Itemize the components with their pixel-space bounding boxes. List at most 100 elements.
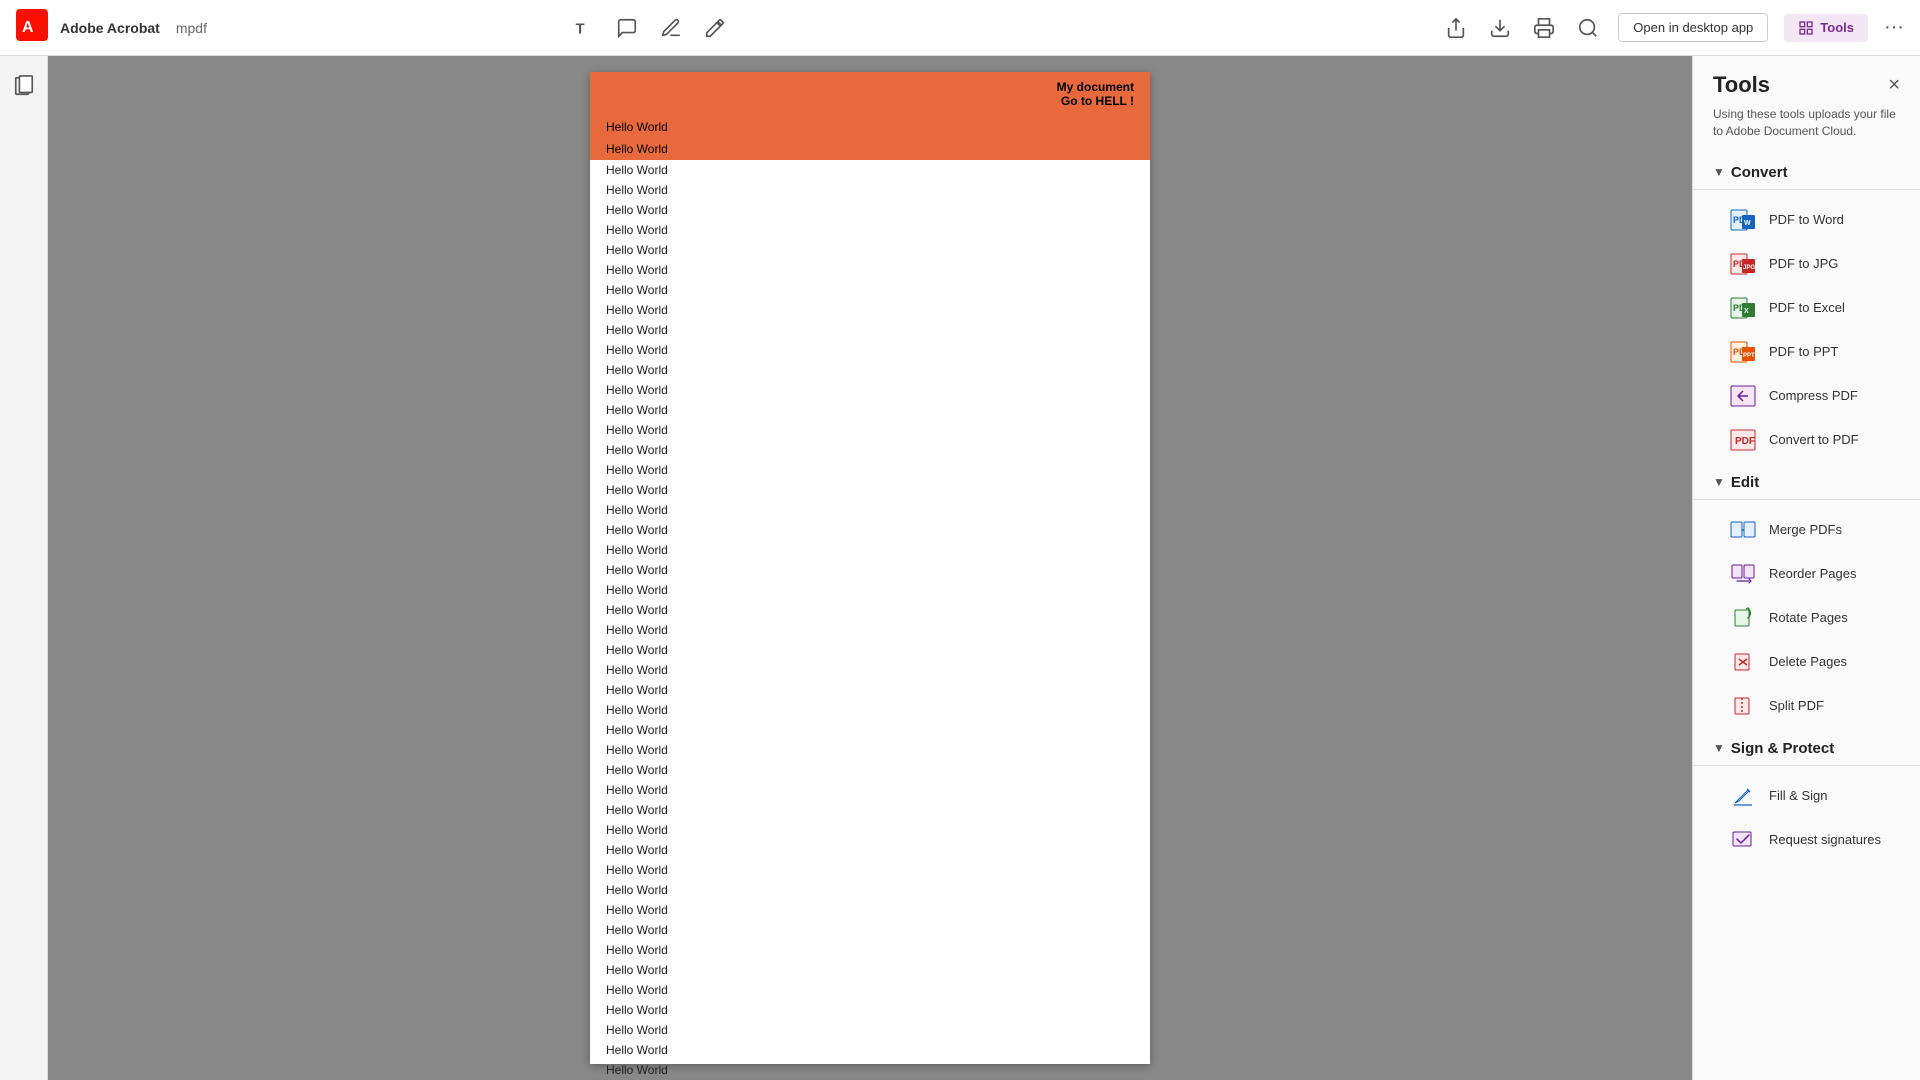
tools-button-label: Tools bbox=[1820, 20, 1854, 35]
convert-section-title: Convert bbox=[1731, 164, 1788, 181]
request-signatures-label: Request signatures bbox=[1769, 832, 1881, 847]
pdf-content-row: Hello World bbox=[590, 840, 1150, 860]
pdf-content-row: Hello World bbox=[590, 560, 1150, 580]
pdf-to-word-item[interactable]: PDFW PDF to Word bbox=[1693, 198, 1920, 242]
app-header: A Adobe Acrobat mpdf T Open in d bbox=[0, 0, 1920, 56]
pdf-to-word-label: PDF to Word bbox=[1769, 212, 1844, 227]
pdf-to-ppt-item[interactable]: PDFPPT PDF to PPT bbox=[1693, 330, 1920, 374]
pdf-to-ppt-icon: PDFPPT bbox=[1729, 338, 1757, 366]
merge-pdfs-label: Merge PDFs bbox=[1769, 522, 1842, 537]
pdf-content-row: Hello World bbox=[590, 260, 1150, 280]
rotate-pages-icon bbox=[1729, 604, 1757, 632]
tools-button[interactable]: Tools bbox=[1784, 14, 1868, 42]
compress-pdf-label: Compress PDF bbox=[1769, 388, 1858, 403]
pdf-content-row: Hello World bbox=[590, 780, 1150, 800]
edit-divider bbox=[1693, 499, 1920, 500]
pdf-content-row: Hello World bbox=[590, 240, 1150, 260]
pdf-content-row: Hello World bbox=[590, 800, 1150, 820]
convert-section-header[interactable]: ▼ Convert bbox=[1693, 156, 1920, 189]
pages-panel-icon[interactable] bbox=[6, 68, 42, 104]
tools-panel-header: Tools × bbox=[1693, 56, 1920, 106]
compress-pdf-item[interactable]: Compress PDF bbox=[1693, 374, 1920, 418]
fill-sign-item[interactable]: Fill & Sign bbox=[1693, 774, 1920, 818]
pdf-content-row: Hello World bbox=[590, 520, 1150, 540]
pdf-header-right-text: My document Go to HELL ! bbox=[1057, 80, 1134, 108]
comment-tool-icon[interactable] bbox=[615, 16, 639, 40]
split-pdf-item[interactable]: Split PDF bbox=[1693, 684, 1920, 728]
pdf-content-row: Hello World bbox=[590, 420, 1150, 440]
main-content: My document Go to HELL ! Hello World Hel… bbox=[0, 56, 1920, 1080]
delete-pages-label: Delete Pages bbox=[1769, 654, 1847, 669]
open-desktop-button[interactable]: Open in desktop app bbox=[1618, 13, 1768, 42]
pdf-to-excel-icon: PDFX bbox=[1729, 294, 1757, 322]
pdf-content-rows: Hello WorldHello WorldHello WorldHello W… bbox=[590, 160, 1150, 1080]
filename: mpdf bbox=[176, 20, 207, 36]
text-tool-icon[interactable]: T bbox=[571, 16, 595, 40]
pdf-content-row: Hello World bbox=[590, 880, 1150, 900]
adobe-logo: A bbox=[16, 9, 48, 46]
request-signatures-item[interactable]: Request signatures bbox=[1693, 818, 1920, 862]
pdf-content-row: Hello World bbox=[590, 720, 1150, 740]
pdf-content-row: Hello World bbox=[590, 660, 1150, 680]
pdf-content-row: Hello World bbox=[590, 280, 1150, 300]
pdf-content-row: Hello World bbox=[590, 200, 1150, 220]
left-sidebar bbox=[0, 56, 48, 1080]
pdf-content-row: Hello World bbox=[590, 380, 1150, 400]
pdf-content-row: Hello World bbox=[590, 1040, 1150, 1060]
pdf-content-row: Hello World bbox=[590, 900, 1150, 920]
sign-protect-section-header[interactable]: ▼ Sign & Protect bbox=[1693, 732, 1920, 765]
pdf-content-row: Hello World bbox=[590, 640, 1150, 660]
print-icon[interactable] bbox=[1530, 14, 1558, 42]
pdf-to-excel-item[interactable]: PDFX PDF to Excel bbox=[1693, 286, 1920, 330]
request-signatures-icon bbox=[1729, 826, 1757, 854]
pdf-second-selected-row: Hello World bbox=[590, 138, 1150, 160]
svg-text:X: X bbox=[1744, 308, 1749, 315]
share-icon[interactable] bbox=[1442, 14, 1470, 42]
highlight-tool-icon[interactable] bbox=[659, 16, 683, 40]
pen-tool-icon[interactable] bbox=[703, 16, 727, 40]
pdf-content-row: Hello World bbox=[590, 500, 1150, 520]
delete-pages-icon bbox=[1729, 648, 1757, 676]
sign-protect-section-title: Sign & Protect bbox=[1731, 740, 1834, 757]
pdf-content-row: Hello World bbox=[590, 540, 1150, 560]
sign-protect-divider bbox=[1693, 765, 1920, 766]
split-pdf-icon bbox=[1729, 692, 1757, 720]
convert-chevron-icon: ▼ bbox=[1713, 165, 1725, 179]
tools-panel-subtitle: Using these tools uploads your file to A… bbox=[1693, 106, 1920, 156]
more-options-button[interactable]: ··· bbox=[1884, 16, 1904, 39]
download-icon[interactable] bbox=[1486, 14, 1514, 42]
edit-section-title: Edit bbox=[1731, 474, 1759, 491]
fill-sign-icon bbox=[1729, 782, 1757, 810]
convert-divider bbox=[1693, 189, 1920, 190]
pdf-to-jpg-label: PDF to JPG bbox=[1769, 256, 1838, 271]
pdf-content-row: Hello World bbox=[590, 700, 1150, 720]
pdf-to-jpg-item[interactable]: PDFJPG PDF to JPG bbox=[1693, 242, 1920, 286]
convert-to-pdf-item[interactable]: PDF Convert to PDF bbox=[1693, 418, 1920, 462]
delete-pages-item[interactable]: Delete Pages bbox=[1693, 640, 1920, 684]
pdf-first-selected-row: Hello World bbox=[590, 116, 1150, 138]
edit-chevron-icon: ▼ bbox=[1713, 475, 1725, 489]
reorder-pages-label: Reorder Pages bbox=[1769, 566, 1856, 581]
svg-text:A: A bbox=[22, 19, 34, 36]
reorder-pages-item[interactable]: Reorder Pages bbox=[1693, 552, 1920, 596]
center-toolbar: T bbox=[571, 16, 727, 40]
tools-panel-close-button[interactable]: × bbox=[1888, 75, 1900, 95]
split-pdf-label: Split PDF bbox=[1769, 698, 1824, 713]
fill-sign-label: Fill & Sign bbox=[1769, 788, 1828, 803]
search-icon[interactable] bbox=[1574, 14, 1602, 42]
pdf-content-row: Hello World bbox=[590, 820, 1150, 840]
sign-protect-chevron-icon: ▼ bbox=[1713, 741, 1725, 755]
pdf-content-row: Hello World bbox=[590, 740, 1150, 760]
pdf-scroll-area[interactable]: My document Go to HELL ! Hello World Hel… bbox=[48, 56, 1692, 1080]
svg-text:W: W bbox=[1744, 220, 1751, 227]
edit-section-header[interactable]: ▼ Edit bbox=[1693, 466, 1920, 499]
pdf-content-row: Hello World bbox=[590, 320, 1150, 340]
rotate-pages-item[interactable]: Rotate Pages bbox=[1693, 596, 1920, 640]
pdf-content-row: Hello World bbox=[590, 760, 1150, 780]
merge-pdfs-item[interactable]: Merge PDFs bbox=[1693, 508, 1920, 552]
convert-section: ▼ Convert PDFW PDF to Word PDFJPG PDF to… bbox=[1693, 156, 1920, 462]
sign-protect-section: ▼ Sign & Protect Fill & Sign Request sig… bbox=[1693, 732, 1920, 862]
tools-panel: Tools × Using these tools uploads your f… bbox=[1692, 56, 1920, 1080]
compress-pdf-icon bbox=[1729, 382, 1757, 410]
pdf-content-row: Hello World bbox=[590, 860, 1150, 880]
